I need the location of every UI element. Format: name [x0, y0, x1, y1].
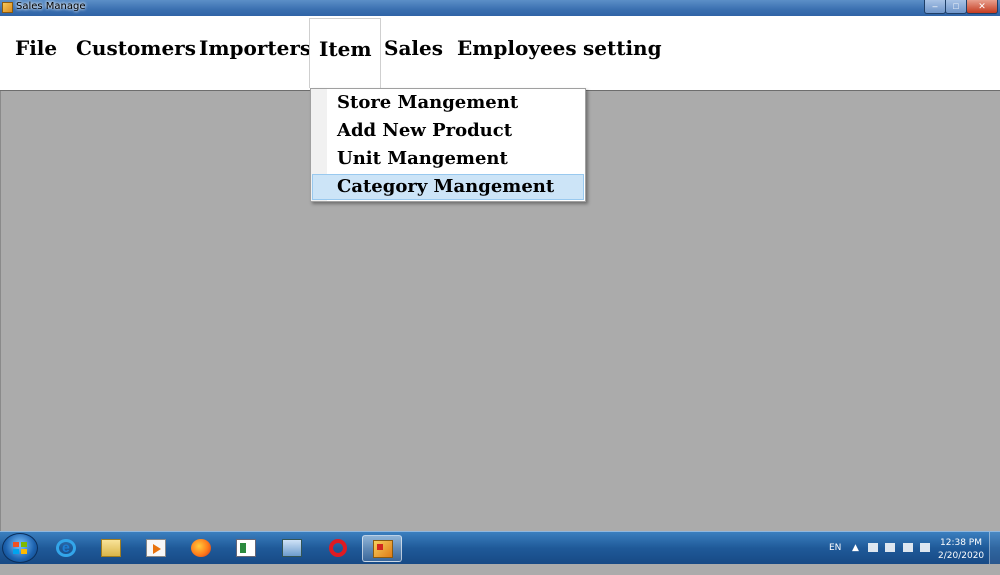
media-player-icon [146, 539, 166, 557]
minimize-button[interactable]: – [924, 0, 946, 14]
computer-icon [282, 539, 302, 557]
show-hidden-icons[interactable]: ▲ [852, 543, 859, 575]
clock-time[interactable]: 12:38 PM [940, 538, 982, 548]
device-icon[interactable] [885, 543, 895, 552]
show-desktop-button[interactable] [989, 532, 1000, 564]
taskbar-opera[interactable] [318, 535, 358, 562]
language-indicator[interactable]: EN [829, 543, 841, 575]
menu-item[interactable]: Item [309, 18, 382, 88]
taskbar-firefox[interactable] [181, 535, 221, 562]
taskbar-computer[interactable] [272, 535, 312, 562]
menu-bar: File Customers Importers Item Sales Empl… [0, 16, 1000, 91]
taskbar-file-explorer[interactable] [91, 535, 131, 562]
start-button[interactable] [2, 533, 38, 563]
item-dropdown-menu: Store Mangement Add New Product Unit Man… [310, 88, 586, 202]
maximize-button[interactable]: □ [945, 0, 967, 14]
clock-date[interactable]: 2/20/2020 [938, 551, 984, 561]
menu-customers[interactable]: Customers [76, 36, 196, 60]
window-icon [236, 539, 256, 557]
action-center-icon[interactable] [868, 543, 878, 552]
taskbar-sales-manage[interactable] [362, 535, 402, 562]
menu-employees[interactable]: Employees [457, 36, 577, 60]
menu-sales[interactable]: Sales [384, 36, 443, 60]
menu-category-mangement[interactable]: Category Mangement [337, 176, 554, 197]
menu-store-mangement[interactable]: Store Mangement [337, 92, 518, 113]
menu-importers[interactable]: Importers [199, 36, 311, 60]
menu-setting[interactable]: setting [583, 36, 662, 60]
taskbar-media-player[interactable] [136, 535, 176, 562]
signal-icon[interactable] [903, 543, 913, 552]
window-title: Sales Manage [16, 1, 86, 12]
sales-app-icon [373, 540, 393, 558]
close-button[interactable]: ✕ [966, 0, 998, 14]
folder-icon [101, 539, 121, 557]
internet-explorer-icon [56, 539, 76, 557]
opera-icon [329, 539, 347, 557]
taskbar-app-window[interactable] [226, 535, 266, 562]
menu-file[interactable]: File [15, 36, 57, 60]
title-bar: Sales Manage – □ ✕ [0, 0, 1000, 16]
firefox-icon [191, 539, 211, 557]
taskbar: EN ▲ 12:38 PM 2/20/2020 [0, 531, 1000, 564]
menu-add-new-product[interactable]: Add New Product [337, 120, 512, 141]
volume-icon[interactable] [920, 543, 930, 552]
app-icon [2, 2, 13, 13]
menu-unit-mangement[interactable]: Unit Mangement [337, 148, 508, 169]
taskbar-internet-explorer[interactable] [46, 535, 86, 562]
